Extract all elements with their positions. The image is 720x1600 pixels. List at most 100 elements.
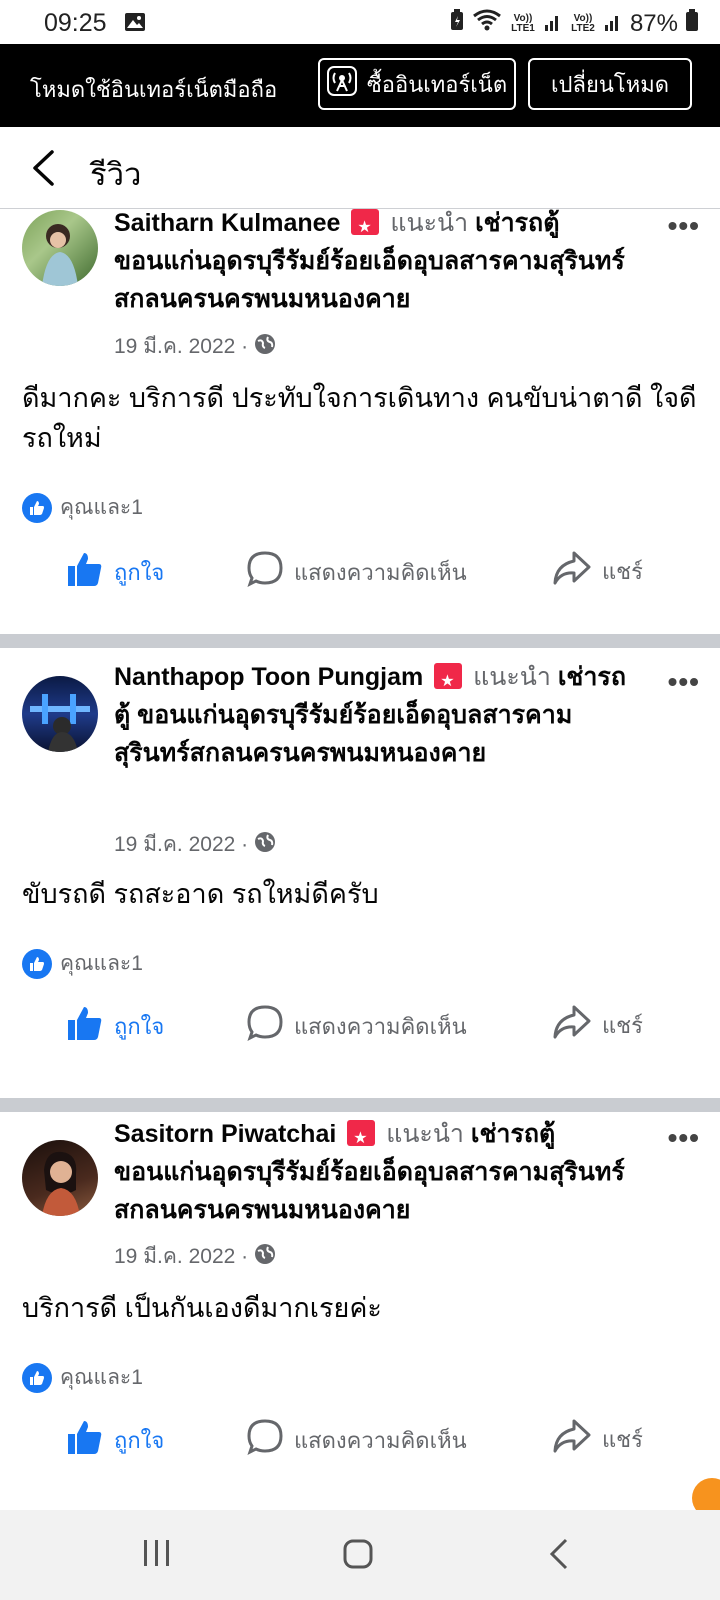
data-mode-label: โหมดใช้อินเทอร์เน็ตมือถือ xyxy=(30,77,278,102)
share-button[interactable]: แชร์ xyxy=(552,1004,643,1046)
like-reaction-icon xyxy=(22,492,52,523)
comment-label: แสดงความคิดเห็น xyxy=(294,1427,467,1453)
post-header: Saitharn Kulmanee แนะนำ เช่ารถตู้ ขอนแก่… xyxy=(114,204,634,318)
comment-button[interactable]: แสดงความคิดเห็น xyxy=(246,1418,467,1462)
post-meta: 19 มี.ค. 2022 · xyxy=(114,1240,276,1273)
status-right-group: Vo)) LTE1 Vo)) LTE2 87% xyxy=(450,8,698,39)
more-options-button[interactable]: ••• xyxy=(668,666,700,698)
status-bar: 09:25 Vo)) LTE1 Vo)) LTE2 87% xyxy=(0,0,720,44)
post-separator xyxy=(0,1098,720,1112)
like-button[interactable]: ถูกใจ xyxy=(66,550,164,594)
reaction-count: คุณและ1 xyxy=(60,1366,143,1389)
reaction-summary[interactable]: คุณและ1 xyxy=(22,947,143,980)
antenna-icon xyxy=(326,66,357,102)
battery-percent: 87% xyxy=(629,9,678,37)
globe-icon xyxy=(254,1243,276,1271)
like-label: ถูกใจ xyxy=(114,559,165,585)
reaction-summary[interactable]: คุณและ1 xyxy=(22,491,143,524)
post-actions: ถูกใจ แสดงความคิดเห็น แชร์ xyxy=(0,550,720,610)
like-button[interactable]: ถูกใจ xyxy=(66,1004,164,1048)
like-reaction-icon xyxy=(22,1362,52,1393)
thumbs-up-icon xyxy=(66,1004,104,1048)
post-header: Nanthapop Toon Pungjam แนะนำ เช่ารถตู้ ข… xyxy=(114,658,634,772)
comment-icon xyxy=(246,1004,284,1048)
network-lte2: Vo)) LTE2 xyxy=(571,12,595,34)
comment-label: แสดงความคิดเห็น xyxy=(294,1013,467,1039)
post-separator xyxy=(0,634,720,648)
share-label: แชร์ xyxy=(602,1426,643,1452)
author-name[interactable]: Saitharn Kulmanee xyxy=(114,209,340,237)
like-label: ถูกใจ xyxy=(114,1013,165,1039)
comment-label: แสดงความคิดเห็น xyxy=(294,559,467,585)
post-date[interactable]: 19 มี.ค. 2022 · xyxy=(114,1240,248,1273)
like-reaction-icon xyxy=(22,948,52,979)
buy-internet-button[interactable]: ซื้ออินเทอร์เน็ต xyxy=(318,58,516,110)
share-label: แชร์ xyxy=(602,1012,643,1038)
author-name[interactable]: Sasitorn Piwatchai xyxy=(114,1120,336,1148)
post-meta: 19 มี.ค. 2022 · xyxy=(114,330,276,363)
globe-icon xyxy=(254,333,276,361)
post-date[interactable]: 19 มี.ค. 2022 · xyxy=(114,828,248,861)
reaction-count: คุณและ1 xyxy=(60,496,143,519)
more-options-button[interactable]: ••• xyxy=(668,210,700,242)
more-options-button[interactable]: ••• xyxy=(668,1122,700,1154)
comment-icon xyxy=(246,1418,284,1462)
share-label: แชร์ xyxy=(602,558,643,584)
battery-saver-icon xyxy=(450,9,464,38)
review-text: บริการดี เป็นกันเองดีมากเรยค่ะ xyxy=(22,1293,382,1323)
system-nav-bar xyxy=(0,1510,720,1600)
recommend-label: แนะนำ xyxy=(473,663,551,691)
data-mode-banner: โหมดใช้อินเทอร์เน็ตมือถือ ซื้ออินเทอร์เน… xyxy=(0,44,720,127)
recommend-label: แนะนำ xyxy=(386,1120,464,1148)
author-name[interactable]: Nanthapop Toon Pungjam xyxy=(114,663,423,691)
globe-icon xyxy=(254,831,276,859)
comment-icon xyxy=(246,550,284,594)
share-icon xyxy=(552,1004,592,1046)
gallery-notification-icon xyxy=(124,12,146,37)
signal-icon-1 xyxy=(544,10,562,38)
thumbs-up-icon xyxy=(66,550,104,594)
page-header: รีวิว xyxy=(0,127,720,209)
avatar[interactable] xyxy=(22,210,98,286)
battery-icon xyxy=(686,9,698,38)
post-meta: 19 มี.ค. 2022 · xyxy=(114,828,276,861)
status-time: 09:25 xyxy=(44,9,107,37)
comment-button[interactable]: แสดงความคิดเห็น xyxy=(246,1004,467,1048)
like-label: ถูกใจ xyxy=(114,1427,165,1453)
switch-mode-label: เปลี่ยนโหมด xyxy=(550,71,669,97)
share-icon xyxy=(552,1418,592,1460)
reaction-count: คุณและ1 xyxy=(60,952,143,975)
share-button[interactable]: แชร์ xyxy=(552,550,643,592)
recommend-flag-icon xyxy=(434,663,463,701)
network-lte1: Vo)) LTE1 xyxy=(511,12,535,34)
post-actions: ถูกใจ แสดงความคิดเห็น แชร์ xyxy=(0,1418,720,1478)
avatar[interactable] xyxy=(22,1140,98,1216)
reaction-summary[interactable]: คุณและ1 xyxy=(22,1361,143,1394)
signal-icon-2 xyxy=(604,10,622,38)
share-icon xyxy=(552,550,592,592)
recommend-label: แนะนำ xyxy=(390,209,469,237)
comment-button[interactable]: แสดงความคิดเห็น xyxy=(246,550,467,594)
switch-mode-button[interactable]: เปลี่ยนโหมด xyxy=(528,58,692,110)
review-post: ••• Sasitorn Piwatchai แนะนำ เช่ารถตู้ ข… xyxy=(0,1112,720,1510)
recommend-flag-icon xyxy=(347,1120,376,1158)
home-icon[interactable] xyxy=(342,1538,374,1575)
post-date[interactable]: 19 มี.ค. 2022 · xyxy=(114,330,248,363)
back-arrow-icon[interactable] xyxy=(30,149,56,192)
review-text: ดีมากคะ บริการดี ประทับใจการเดินทาง คนขั… xyxy=(22,383,697,453)
thumbs-up-icon xyxy=(66,1418,104,1462)
page-title: รีวิว xyxy=(90,157,142,192)
recommend-flag-icon xyxy=(351,209,380,247)
like-button[interactable]: ถูกใจ xyxy=(66,1418,164,1462)
back-icon[interactable] xyxy=(548,1538,570,1575)
review-post: ••• Nanthapop Toon Pungjam แนะนำ เช่ารถต… xyxy=(0,648,720,1098)
avatar[interactable] xyxy=(22,676,98,752)
post-header: Sasitorn Piwatchai แนะนำ เช่ารถตู้ ขอนแก… xyxy=(114,1115,634,1229)
share-button[interactable]: แชร์ xyxy=(552,1418,643,1460)
recent-apps-icon[interactable] xyxy=(142,1538,172,1573)
wifi-icon xyxy=(472,8,502,39)
review-post: ••• Saitharn Kulmanee แนะนำ เช่ารถตู้ ขอ… xyxy=(0,209,720,634)
buy-internet-label: ซื้ออินเทอร์เน็ต xyxy=(366,71,508,97)
post-actions: ถูกใจ แสดงความคิดเห็น แชร์ xyxy=(0,1004,720,1064)
review-text: ขับรถดี รถสะอาด รถใหม่ดีครับ xyxy=(22,879,379,909)
